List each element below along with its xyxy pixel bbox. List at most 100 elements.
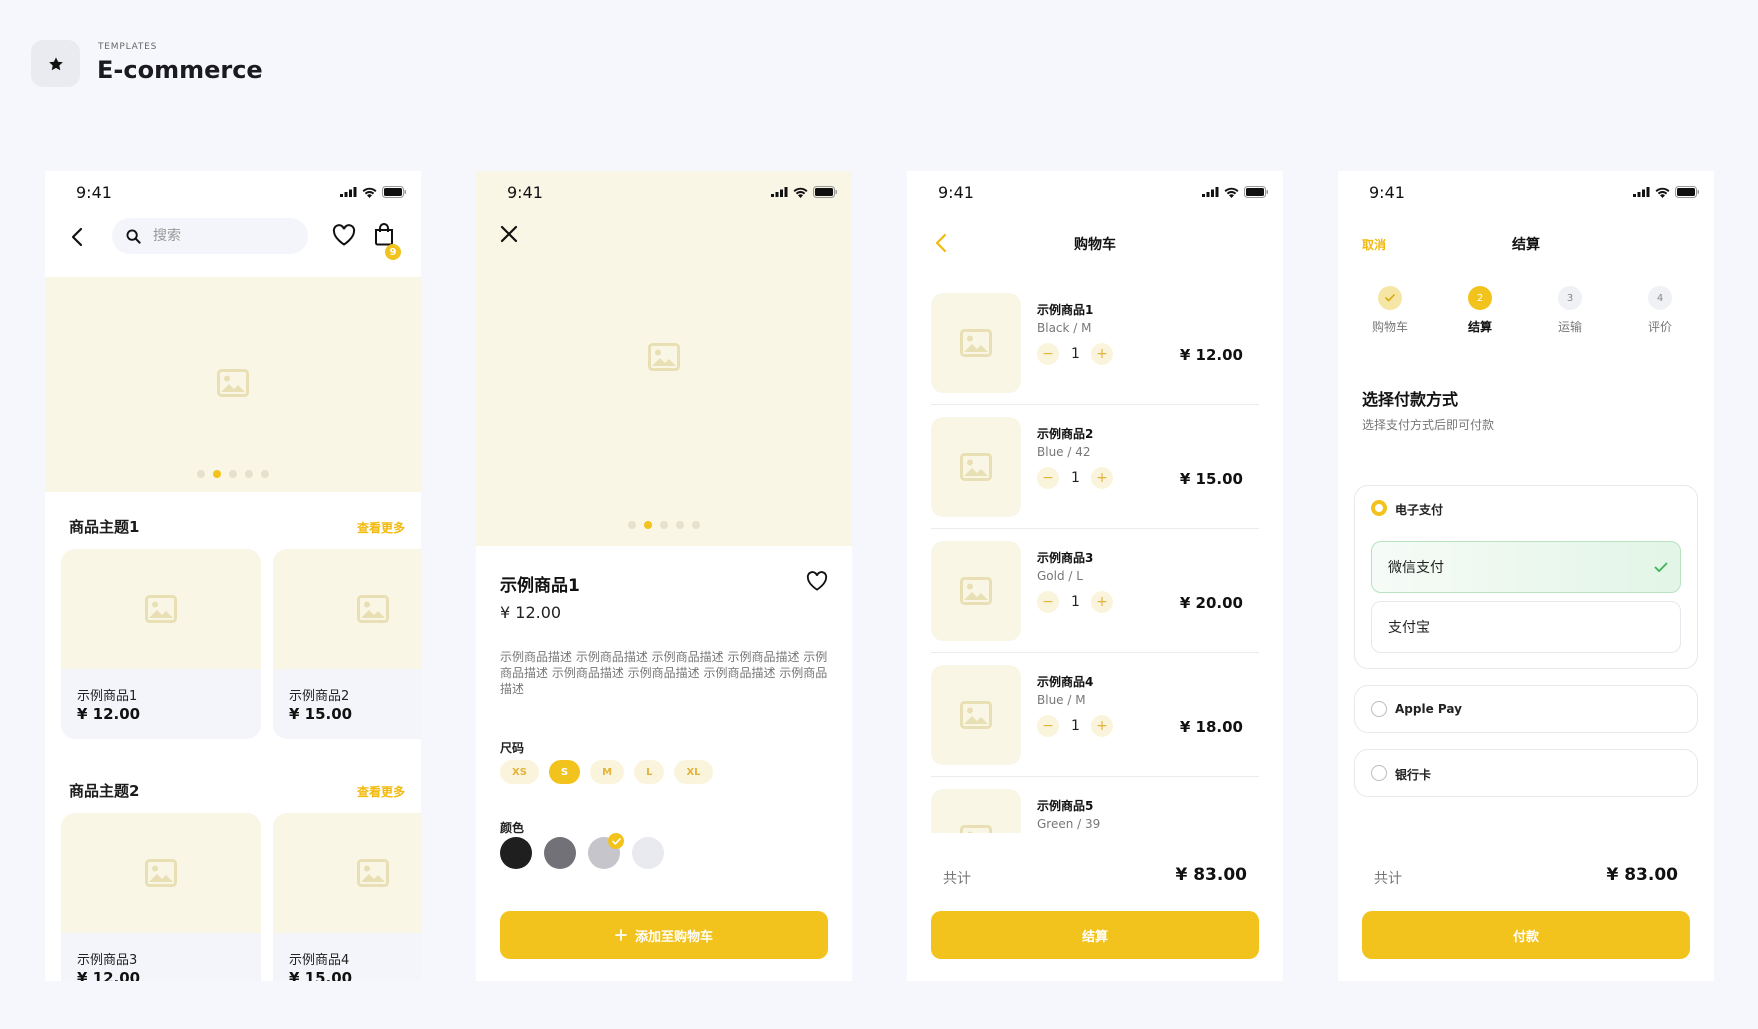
hero-banner[interactable] (45, 277, 421, 492)
carousel-dots (628, 521, 700, 529)
increase-button[interactable]: + (1091, 467, 1113, 489)
size-chip-m[interactable]: M (590, 760, 625, 784)
decrease-button[interactable]: − (1037, 467, 1059, 489)
carousel-dot[interactable] (229, 470, 237, 478)
wifi-icon (362, 187, 377, 198)
payment-option-apple-pay[interactable]: Apple Pay (1354, 685, 1698, 733)
increase-button[interactable]: + (1091, 591, 1113, 613)
size-chip-l[interactable]: L (634, 760, 665, 784)
image-placeholder-icon (357, 859, 389, 887)
size-chip-s[interactable]: S (548, 760, 581, 784)
search-icon (126, 228, 141, 244)
radio-bank-card[interactable] (1371, 765, 1387, 781)
option-alipay[interactable]: 支付宝 (1371, 601, 1681, 653)
plus-icon (615, 929, 627, 941)
cart-item: 示例商品2 Blue / 42 − 1 + ¥ 15.00 (931, 405, 1259, 529)
decrease-button[interactable]: − (1037, 715, 1059, 737)
search-bar[interactable] (112, 218, 308, 254)
product-price: ¥ 12.00 (500, 603, 562, 622)
favorite-heart-icon[interactable] (806, 571, 828, 591)
cart-item-price: ¥ 15.00 (1179, 470, 1243, 488)
pay-button[interactable]: 付款 (1362, 911, 1690, 959)
product-gallery[interactable] (476, 171, 852, 546)
size-chip-xl[interactable]: XL (674, 760, 713, 784)
quantity-stepper: − 1 + (1037, 467, 1113, 489)
increase-button[interactable]: + (1091, 715, 1113, 737)
carousel-dots (197, 470, 269, 478)
carousel-dot[interactable] (245, 470, 253, 478)
payment-group-epay: 电子支付 微信支付 支付宝 (1354, 485, 1698, 669)
product-name: 示例商品3 (77, 953, 138, 968)
product-detail-screen: 9:41 示例商品1 ¥ 12.00 示例商品描述 示例商品描述 示例商品描述 … (476, 171, 852, 981)
section-title: 商品主题2 (69, 782, 140, 800)
cart-item-variant: Gold / L (1037, 569, 1083, 583)
cart-item: 示例商品4 Blue / M − 1 + ¥ 18.00 (931, 653, 1259, 777)
cart-list-overflow: 示例商品5 Green / 39 (907, 777, 1283, 833)
cart-item-name: 示例商品4 (1037, 675, 1094, 689)
decrease-button[interactable]: − (1037, 591, 1059, 613)
checkout-screen: 9:41 取消 结算 购物车 2 结算 3 运输 4 评价 选择付款方式 选择支… (1338, 171, 1714, 981)
carousel-dot[interactable] (628, 521, 636, 529)
heart-icon[interactable] (332, 224, 356, 246)
size-label: 尺码 (500, 741, 525, 755)
carousel-dot[interactable] (692, 521, 700, 529)
carousel-dot[interactable] (676, 521, 684, 529)
product-card[interactable]: 示例商品2 ¥ 15.00 (273, 549, 421, 739)
wifi-icon (1224, 187, 1239, 198)
quantity-value: 1 (1071, 346, 1080, 362)
step-label: 运输 (1557, 320, 1582, 334)
carousel-dot-active[interactable] (213, 470, 221, 478)
signal-icon (1633, 187, 1650, 197)
color-swatch-gray[interactable] (544, 837, 576, 869)
cart-item: 示例商品1 Black / M − 1 + ¥ 12.00 (931, 281, 1259, 405)
option-wechat-pay[interactable]: 微信支付 (1371, 541, 1681, 593)
status-time: 9:41 (938, 183, 974, 202)
step-checkout: 2 结算 (1450, 286, 1510, 335)
image-placeholder-icon (960, 577, 992, 605)
cart-item-variant: Green / 39 (1037, 817, 1101, 831)
radio-apple-pay[interactable] (1371, 701, 1387, 717)
carousel-dot-active[interactable] (644, 521, 652, 529)
signal-icon (1202, 187, 1219, 197)
carousel-dot[interactable] (197, 470, 205, 478)
screen-title: 结算 (1512, 237, 1540, 253)
product-card[interactable]: 示例商品3 ¥ 12.00 (61, 813, 261, 981)
image-placeholder-icon (648, 343, 680, 371)
home-screen: 9:41 9 商品主题1 查看更多 示例商品1 ¥ 12.00 示例商品2 ¥ … (45, 171, 421, 981)
add-to-cart-label: 添加至购物车 (634, 928, 713, 944)
section-title: 商品主题1 (69, 518, 140, 536)
wifi-icon (1655, 187, 1670, 198)
increase-button[interactable]: + (1091, 343, 1113, 365)
add-to-cart-button[interactable]: 添加至购物车 (500, 911, 828, 959)
color-swatch-black[interactable] (500, 837, 532, 869)
cart-item-name: 示例商品5 (1037, 799, 1094, 813)
cart-item-name: 示例商品2 (1037, 427, 1094, 441)
close-icon[interactable] (500, 225, 518, 243)
carousel-dot[interactable] (261, 470, 269, 478)
see-more-link[interactable]: 查看更多 (357, 519, 405, 536)
payment-option-bank-card[interactable]: 银行卡 (1354, 749, 1698, 797)
search-input[interactable] (153, 228, 273, 244)
page-kicker: TEMPLATES (98, 42, 158, 52)
screen-title: 购物车 (1074, 237, 1116, 253)
see-more-link[interactable]: 查看更多 (357, 783, 405, 800)
cart-screen: 9:41 购物车 示例商品1 Black / M − 1 + ¥ 12.00 示… (907, 171, 1283, 981)
epay-label: 电子支付 (1395, 503, 1444, 517)
checkout-button[interactable]: 结算 (931, 911, 1259, 959)
step-number: 2 (1468, 286, 1492, 310)
product-card[interactable]: 示例商品4 ¥ 15.00 (273, 813, 421, 981)
back-arrow-icon[interactable] (71, 227, 83, 247)
cart-item-price: ¥ 12.00 (1179, 346, 1243, 364)
step-label: 结算 (1467, 320, 1492, 334)
alipay-label: 支付宝 (1388, 620, 1430, 636)
wifi-icon (793, 187, 808, 198)
color-swatch-white[interactable] (632, 837, 664, 869)
cart-badge: 9 (385, 244, 401, 260)
decrease-button[interactable]: − (1037, 343, 1059, 365)
size-chip-xs[interactable]: XS (500, 760, 539, 784)
carousel-dot[interactable] (660, 521, 668, 529)
battery-icon (1244, 186, 1268, 198)
shopping-bag-icon[interactable] (373, 222, 395, 246)
radio-epay[interactable] (1371, 500, 1387, 516)
product-card[interactable]: 示例商品1 ¥ 12.00 (61, 549, 261, 739)
